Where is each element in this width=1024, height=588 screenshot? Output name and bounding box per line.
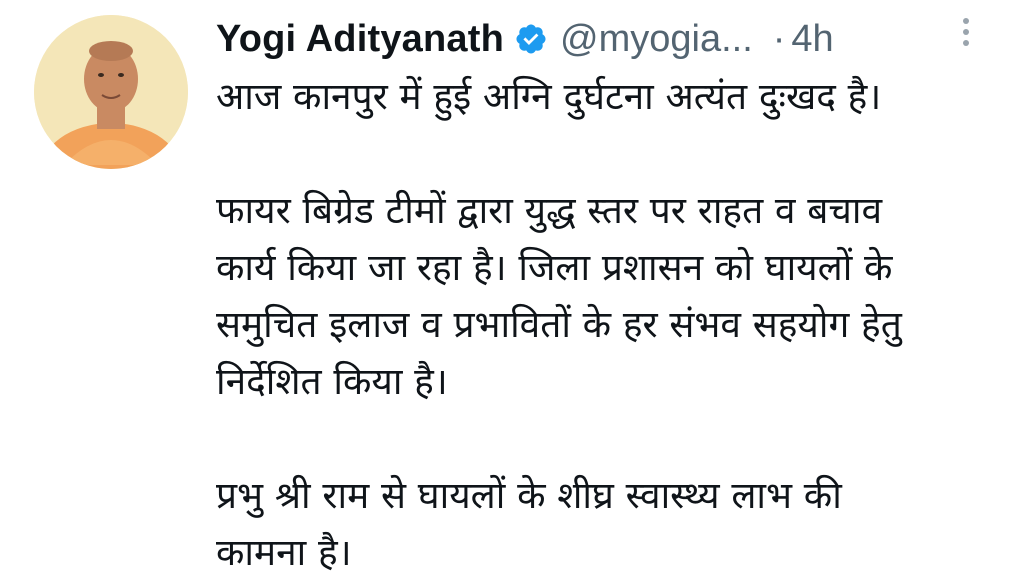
author-name[interactable]: Yogi Adityanath xyxy=(216,18,504,61)
tweet-text-line: समुचित इलाज व प्रभावितों के हर संभव सहयो… xyxy=(216,303,902,346)
tweet-text: आज कानपुर में हुई अग्नि दुर्घटना अत्यंत … xyxy=(216,68,1006,581)
tweet-text-line: प्रभु श्री राम से घायलों के शीघ्र स्वास्… xyxy=(216,474,842,517)
tweet-timestamp[interactable]: 4h xyxy=(791,18,833,61)
tweet-text-line: कामना है। xyxy=(216,531,352,574)
tweet-header: Yogi Adityanath @myogia... · 4h xyxy=(216,10,834,68)
tweet: Yogi Adityanath @myogia... · 4h आज कानपु… xyxy=(0,0,1024,588)
tweet-text-line: फायर बिग्रेड टीमों द्वारा युद्ध स्तर पर … xyxy=(216,189,883,232)
header-separator: · xyxy=(772,17,786,60)
author-handle[interactable]: @myogia... xyxy=(560,18,753,61)
tweet-paragraph-1: आज कानपुर में हुई अग्नि दुर्घटना अत्यंत … xyxy=(216,68,1006,125)
tweet-text-line: कार्य किया जा रहा है। जिला प्रशासन को घा… xyxy=(216,246,893,289)
author-avatar-image xyxy=(34,15,188,169)
tweet-text-line: आज कानपुर में हुई अग्नि दुर्घटना अत्यंत … xyxy=(216,75,882,118)
tweet-text-line: निर्देशित किया है। xyxy=(216,360,448,403)
tweet-paragraph-2: फायर बिग्रेड टीमों द्वारा युद्ध स्तर पर … xyxy=(216,182,1006,410)
verified-badge-icon xyxy=(514,22,548,56)
tweet-paragraph-3: प्रभु श्री राम से घायलों के शीघ्र स्वास्… xyxy=(216,467,1006,581)
author-avatar[interactable] xyxy=(34,15,188,169)
more-options-icon[interactable] xyxy=(955,18,977,58)
